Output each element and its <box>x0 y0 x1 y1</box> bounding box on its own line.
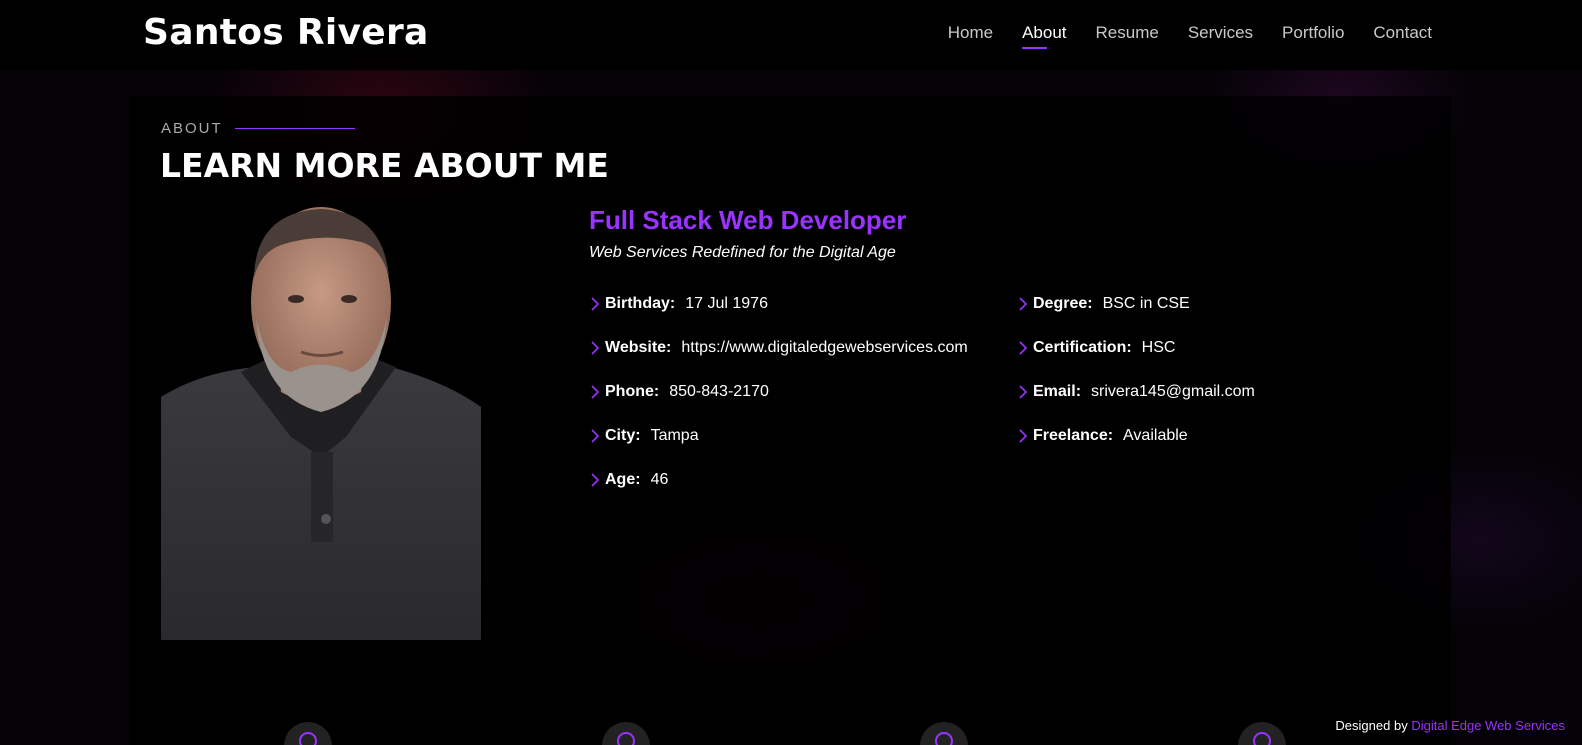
detail-email: Email: srivera145@gmail.com <box>1017 370 1255 414</box>
chevron-right-icon <box>589 472 605 488</box>
section-label: ABOUT <box>161 120 355 137</box>
chevron-right-icon <box>1017 296 1033 312</box>
profile-photo <box>161 207 481 640</box>
nav-contact[interactable]: Contact <box>1373 23 1432 49</box>
nav-services[interactable]: Services <box>1188 23 1253 49</box>
role-title: Full Stack Web Developer <box>589 205 907 235</box>
detail-value: Available <box>1123 427 1188 444</box>
chevron-right-icon <box>589 384 605 400</box>
section-label-divider <box>234 128 355 129</box>
detail-value: BSC in CSE <box>1102 295 1190 312</box>
detail-key: Degree: <box>1033 295 1093 312</box>
detail-key: Email: <box>1033 383 1082 400</box>
chevron-right-icon <box>589 296 605 312</box>
detail-key: Phone: <box>605 383 660 400</box>
section-label-text: ABOUT <box>161 120 223 137</box>
detail-website: Website: https://www.digitaledgewebservi… <box>589 326 1017 370</box>
detail-key: City: <box>605 427 641 444</box>
nav-about[interactable]: About <box>1022 23 1067 49</box>
detail-value: Tampa <box>650 427 699 444</box>
chevron-right-icon <box>1017 340 1033 356</box>
detail-key: Freelance: <box>1033 427 1114 444</box>
credit-link[interactable]: Digital Edge Web Services <box>1411 718 1565 733</box>
detail-value[interactable]: https://www.digitaledgewebservices.com <box>681 339 967 357</box>
detail-birthday: Birthday: 17 Jul 1976 <box>589 282 1017 326</box>
detail-key: Birthday: <box>605 295 676 312</box>
details-left: Birthday: 17 Jul 1976 Website: https://w… <box>589 282 1017 502</box>
detail-value[interactable]: srivera145@gmail.com <box>1091 383 1255 401</box>
site-logo[interactable]: Santos Rivera <box>143 12 429 53</box>
credit-prefix: Designed by <box>1335 718 1408 733</box>
about-content: Full Stack Web Developer Web Services Re… <box>589 205 1409 502</box>
detail-freelance: Freelance: Available <box>1017 414 1255 458</box>
section-title: LEARN MORE ABOUT ME <box>160 146 609 185</box>
detail-phone: Phone: 850-843-2170 <box>589 370 1017 414</box>
chevron-right-icon <box>589 340 605 356</box>
detail-city: City: Tampa <box>589 414 1017 458</box>
detail-certification: Certification: HSC <box>1017 326 1255 370</box>
detail-value: 850-843-2170 <box>669 383 769 400</box>
detail-age: Age: 46 <box>589 458 1017 502</box>
tagline: Web Services Redefined for the Digital A… <box>589 244 896 261</box>
nav-resume[interactable]: Resume <box>1096 23 1159 49</box>
detail-value: 17 Jul 1976 <box>685 295 768 312</box>
footer-credit: Designed by Digital Edge Web Services <box>1335 718 1565 733</box>
details-columns: Birthday: 17 Jul 1976 Website: https://w… <box>589 282 1409 502</box>
chevron-right-icon <box>1017 384 1033 400</box>
detail-value: 46 <box>650 471 669 488</box>
nav-portfolio[interactable]: Portfolio <box>1282 23 1344 49</box>
chevron-right-icon <box>1017 428 1033 444</box>
detail-key: Age: <box>605 471 641 488</box>
site-header: Santos Rivera Home About Resume Services… <box>0 0 1582 70</box>
chevron-right-icon <box>589 428 605 444</box>
detail-value: HSC <box>1141 339 1176 356</box>
detail-key: Certification: <box>1033 339 1132 356</box>
details-right: Degree: BSC in CSE Certification: HSC Em… <box>1017 282 1255 502</box>
main-nav: Home About Resume Services Portfolio Con… <box>948 23 1432 49</box>
detail-degree: Degree: BSC in CSE <box>1017 282 1255 326</box>
nav-home[interactable]: Home <box>948 23 993 49</box>
detail-key: Website: <box>605 339 672 356</box>
